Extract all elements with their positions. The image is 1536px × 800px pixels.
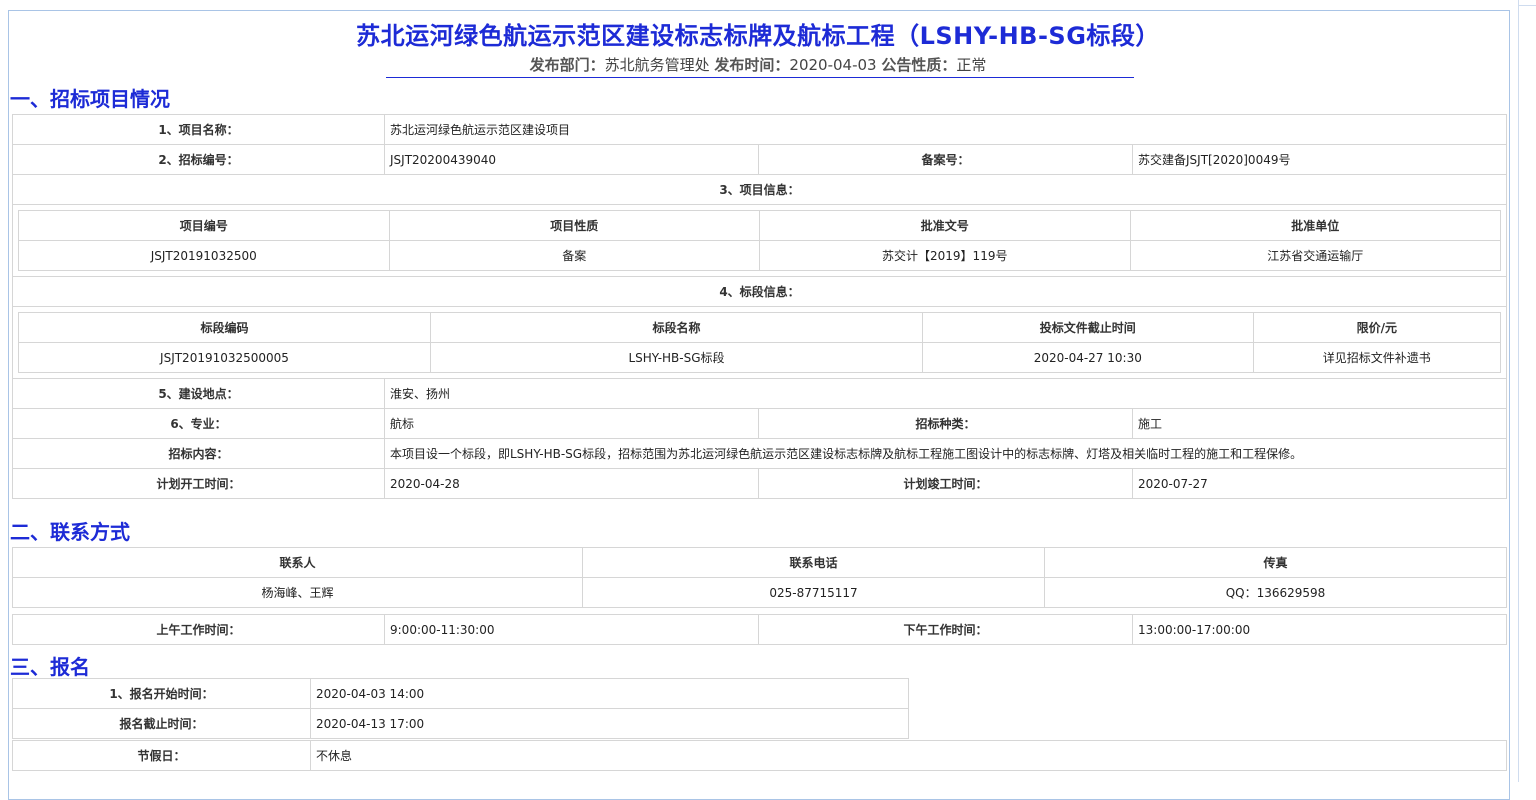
bid-no-label: 2、招标编号： [12, 144, 385, 175]
table-cell: 江苏省交通运输厅 [1129, 240, 1502, 271]
table-row: 杨海峰、王辉 025-87715117 QQ：136629598 [12, 577, 1507, 608]
pm-label: 下午工作时间： [758, 614, 1133, 645]
section-info-label: 4、标段信息： [11, 276, 1508, 307]
table-row: 1、项目名称： 苏北运河绿色航运示范区建设项目 [12, 114, 1508, 145]
table-row: 报名截止时间： 2020-04-13 17:00 [12, 708, 909, 739]
table-row: 标段编码 标段名称 投标文件截止时间 限价/元 [18, 312, 1502, 343]
table-row: 招标内容： 本项目设一个标段，即LSHY-HB-SG标段，招标范围为苏北运河绿色… [12, 438, 1508, 469]
column-header: 限价/元 [1252, 312, 1502, 343]
table-row: JSJT20191032500005 LSHY-HB-SG标段 2020-04-… [18, 342, 1502, 373]
nature-label: 公告性质： [881, 56, 957, 74]
table-row: 6、专业： 航标 招标种类： 施工 [12, 408, 1508, 439]
major-value: 航标 [384, 408, 759, 439]
table-cell: 备案 [388, 240, 760, 271]
bid-type-label: 招标种类： [758, 408, 1133, 439]
project-name-value: 苏北运河绿色航运示范区建设项目 [383, 114, 1508, 145]
table-row: JSJT20191032500 备案 苏交计【2019】119号 江苏省交通运输… [18, 240, 1502, 271]
table-row: 4、标段信息： [11, 276, 1508, 307]
column-header: 联系人 [12, 547, 583, 578]
section-info-table: 标段编码 标段名称 投标文件截止时间 限价/元 JSJT201910325000… [18, 312, 1502, 373]
column-header: 传真 [1044, 547, 1507, 578]
table-row: 1、报名开始时间： 2020-04-03 14:00 [12, 678, 909, 709]
column-header: 标段编码 [18, 312, 431, 343]
reg-start-value: 2020-04-03 14:00 [310, 678, 909, 709]
table-row: 上午工作时间： 9:00:00-11:30:00 下午工作时间： 13:00:0… [12, 614, 1507, 645]
contact-person: 杨海峰、王辉 [12, 577, 583, 608]
project-name-label: 1、项目名称： [12, 114, 385, 145]
column-header: 批准文号 [759, 210, 1131, 241]
column-header: 项目编号 [18, 210, 390, 241]
content-value: 本项目设一个标段，即LSHY-HB-SG标段，招标范围为苏北运河绿色航运示范区建… [383, 438, 1508, 469]
column-header: 投标文件截止时间 [922, 312, 1254, 343]
contact-table: 联系人 联系电话 传真 杨海峰、王辉 025-87715117 QQ：13662… [12, 547, 1507, 608]
am-value: 9:00:00-11:30:00 [384, 614, 759, 645]
registration-table: 1、报名开始时间： 2020-04-03 14:00 报名截止时间： 2020-… [12, 678, 909, 739]
project-info-cell: 项目编号 项目性质 批准文号 批准单位 JSJT20191032500 备案 苏… [11, 204, 1508, 277]
date-value: 2020-04-03 [789, 56, 877, 74]
table-row: 5、建设地点： 淮安、扬州 [12, 378, 1508, 409]
content-label: 招标内容： [12, 438, 385, 469]
project-info-table: 项目编号 项目性质 批准文号 批准单位 JSJT20191032500 备案 苏… [18, 210, 1502, 271]
project-info-label: 3、项目信息： [11, 174, 1508, 205]
start-label: 计划开工时间： [12, 468, 385, 499]
column-header: 联系电话 [582, 547, 1045, 578]
start-value: 2020-04-28 [384, 468, 759, 499]
scroll-edge-top [1518, 5, 1536, 6]
table-row: 计划开工时间： 2020-04-28 计划竣工时间： 2020-07-27 [12, 468, 1508, 499]
record-no-value: 苏交建备JSJT[2020]0049号 [1131, 144, 1508, 175]
reg-end-label: 报名截止时间： [12, 708, 311, 739]
table-cell: 2020-04-27 10:30 [922, 342, 1254, 373]
column-header: 批准单位 [1129, 210, 1502, 241]
section-heading-registration: 三、报名 [10, 655, 90, 679]
table-cell: JSJT20191032500 [18, 240, 390, 271]
project-table: 1、项目名称： 苏北运河绿色航运示范区建设项目 2、招标编号： JSJT2020… [11, 114, 1508, 499]
contact-fax: QQ：136629598 [1044, 577, 1507, 608]
publish-meta: 发布部门：苏北航务管理处 发布时间：2020-04-03 公告性质：正常 [0, 54, 1516, 75]
work-hours-table: 上午工作时间： 9:00:00-11:30:00 下午工作时间： 13:00:0… [12, 614, 1507, 645]
pm-value: 13:00:00-17:00:00 [1132, 614, 1507, 645]
holiday-label: 节假日： [12, 740, 311, 771]
table-cell: LSHY-HB-SG标段 [429, 342, 924, 373]
title-divider [386, 77, 1134, 78]
bid-type-value: 施工 [1131, 408, 1508, 439]
table-row: 3、项目信息： [11, 174, 1508, 205]
table-row: 节假日： 不休息 [12, 740, 1507, 771]
record-no-label: 备案号： [758, 144, 1133, 175]
table-cell: JSJT20191032500005 [18, 342, 431, 373]
end-value: 2020-07-27 [1131, 468, 1508, 499]
date-label: 发布时间： [714, 56, 790, 74]
section-heading-project: 一、招标项目情况 [10, 87, 170, 111]
reg-start-label: 1、报名开始时间： [12, 678, 311, 709]
am-label: 上午工作时间： [12, 614, 385, 645]
location-label: 5、建设地点： [12, 378, 385, 409]
contact-phone: 025-87715117 [582, 577, 1045, 608]
scroll-edge [1518, 0, 1519, 782]
location-value: 淮安、扬州 [383, 378, 1508, 409]
column-header: 项目性质 [388, 210, 760, 241]
holiday-table: 节假日： 不休息 [12, 740, 1507, 771]
section-heading-contact: 二、联系方式 [10, 520, 130, 544]
dept-label: 发布部门： [529, 56, 605, 74]
dept-value: 苏北航务管理处 [604, 56, 710, 74]
table-row: 项目编号 项目性质 批准文号 批准单位 [18, 210, 1502, 241]
major-label: 6、专业： [12, 408, 385, 439]
column-header: 标段名称 [429, 312, 924, 343]
bid-no-value: JSJT20200439040 [384, 144, 759, 175]
nature-value: 正常 [956, 56, 987, 74]
table-row: 项目编号 项目性质 批准文号 批准单位 JSJT20191032500 备案 苏… [11, 204, 1508, 277]
end-label: 计划竣工时间： [758, 468, 1133, 499]
table-cell: 详见招标文件补遗书 [1252, 342, 1502, 373]
section-info-cell: 标段编码 标段名称 投标文件截止时间 限价/元 JSJT201910325000… [11, 306, 1508, 379]
holiday-value: 不休息 [310, 740, 1507, 771]
table-row: 标段编码 标段名称 投标文件截止时间 限价/元 JSJT201910325000… [11, 306, 1508, 379]
reg-end-value: 2020-04-13 17:00 [310, 708, 909, 739]
table-row: 2、招标编号： JSJT20200439040 备案号： 苏交建备JSJT[20… [12, 144, 1508, 175]
table-cell: 苏交计【2019】119号 [759, 240, 1131, 271]
table-row: 联系人 联系电话 传真 [12, 547, 1507, 578]
page-title: 苏北运河绿色航运示范区建设标志标牌及航标工程（LSHY-HB-SG标段） [356, 22, 1160, 50]
